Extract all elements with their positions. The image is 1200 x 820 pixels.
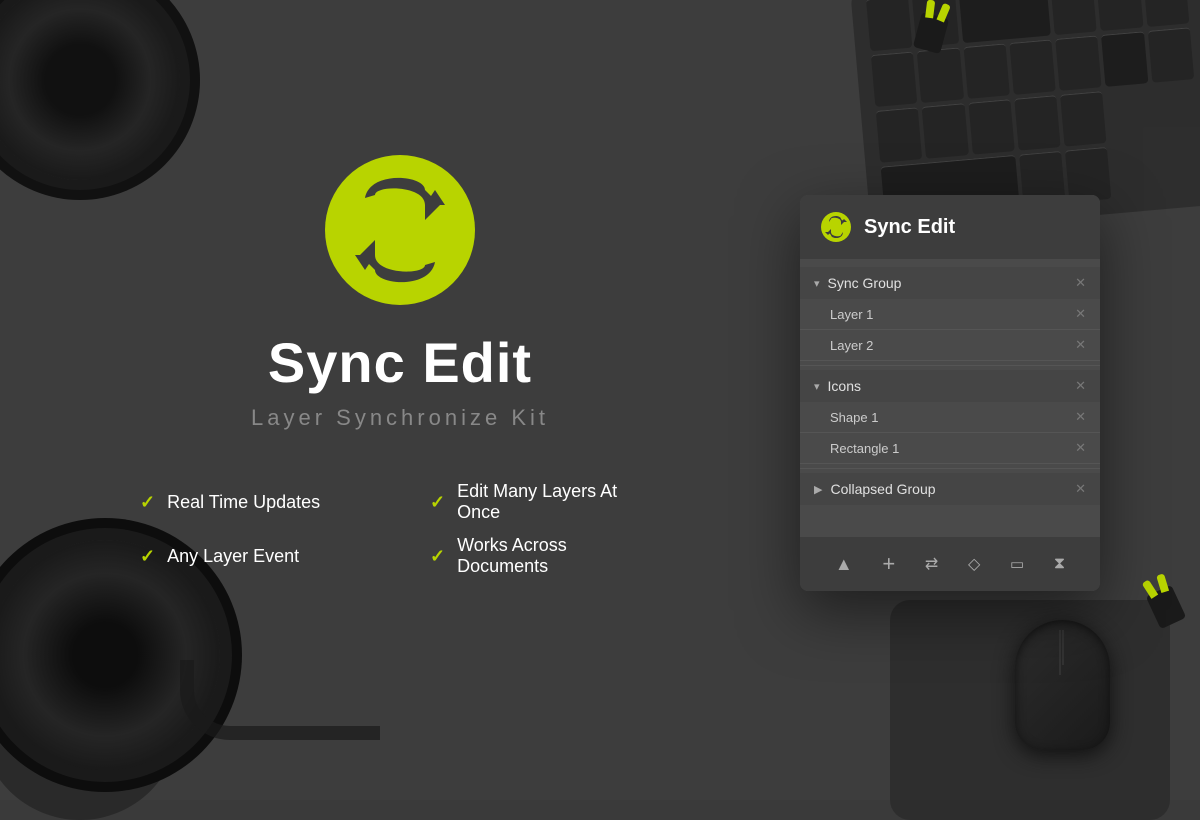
spacer [800, 505, 1100, 521]
chevron-down-icon-1: ▾ [814, 277, 820, 290]
sync-edit-panel: Sync Edit ▾ Sync Group ✕ Layer 1 ✕ Layer… [800, 195, 1100, 591]
feature-item-3: ✓ Any Layer Event [140, 535, 370, 577]
separator-2 [800, 468, 1100, 469]
close-group-1-button[interactable]: ✕ [1075, 275, 1086, 291]
app-logo [320, 150, 480, 310]
layer-name-3: Shape 1 [830, 410, 878, 425]
close-layer-1-button[interactable]: ✕ [1075, 306, 1086, 322]
group-row-collapsed[interactable]: ▶ Collapsed Group ✕ [800, 473, 1100, 505]
feature-text-1: Real Time Updates [167, 492, 320, 513]
group-label-3: Collapsed Group [830, 481, 935, 497]
layer-name-1: Layer 1 [830, 307, 873, 322]
group-label-2: Icons [828, 378, 861, 394]
layer-row-3: Shape 1 ✕ [800, 402, 1100, 433]
mouse-decoration [1015, 620, 1110, 750]
add-tool-button[interactable]: + [882, 551, 895, 577]
close-group-3-button[interactable]: ✕ [1075, 481, 1086, 497]
close-group-2-button[interactable]: ✕ [1075, 378, 1086, 394]
close-layer-4-button[interactable]: ✕ [1075, 440, 1086, 456]
check-icon-4: ✓ [430, 546, 445, 567]
app-title: Sync Edit [268, 330, 532, 395]
feature-item-2: ✓ Edit Many Layers At Once [430, 481, 660, 523]
feature-text-3: Any Layer Event [167, 546, 299, 567]
group-row-sync-group[interactable]: ▾ Sync Group ✕ [800, 267, 1100, 299]
layer-name-4: Rectangle 1 [830, 441, 899, 456]
feature-text-2: Edit Many Layers At Once [457, 481, 660, 523]
chevron-right-icon-3: ▶ [814, 483, 822, 496]
check-icon-1: ✓ [140, 492, 155, 513]
chevron-down-icon-2: ▾ [814, 380, 820, 393]
layer-name-2: Layer 2 [830, 338, 873, 353]
feature-item-4: ✓ Works Across Documents [430, 535, 660, 577]
group-label-1: Sync Group [828, 275, 902, 291]
separator-1 [800, 365, 1100, 366]
app-subtitle: Layer Synchronize Kit [251, 405, 549, 431]
folder-tool-button[interactable]: ▭ [1010, 555, 1024, 573]
close-layer-3-button[interactable]: ✕ [1075, 409, 1086, 425]
features-list: ✓ Real Time Updates ✓ Edit Many Layers A… [120, 481, 680, 577]
group-row-icons[interactable]: ▾ Icons ✕ [800, 370, 1100, 402]
panel-header: Sync Edit [800, 195, 1100, 259]
panel-toolbar: ▲ + ⇄ ◇ ▭ ⧗ [800, 537, 1100, 591]
move-up-tool-button[interactable]: ▲ [835, 554, 853, 575]
layer-row-4: Rectangle 1 ✕ [800, 433, 1100, 464]
feature-text-4: Works Across Documents [457, 535, 660, 577]
cable-decoration [180, 660, 380, 740]
delete-tool-button[interactable]: ⧗ [1054, 555, 1065, 573]
check-icon-3: ✓ [140, 546, 155, 567]
panel-title: Sync Edit [864, 216, 955, 239]
center-content: Sync Edit Layer Synchronize Kit ✓ Real T… [120, 150, 680, 577]
fill-tool-button[interactable]: ◇ [968, 554, 980, 574]
layer-row-2: Layer 2 ✕ [800, 330, 1100, 361]
sync-tool-button[interactable]: ⇄ [925, 554, 938, 574]
check-icon-2: ✓ [430, 492, 445, 513]
layer-row-1: Layer 1 ✕ [800, 299, 1100, 330]
close-layer-2-button[interactable]: ✕ [1075, 337, 1086, 353]
panel-logo-icon [820, 211, 852, 243]
feature-item-1: ✓ Real Time Updates [140, 481, 370, 523]
panel-list: ▾ Sync Group ✕ Layer 1 ✕ Layer 2 ✕ ▾ Ico… [800, 259, 1100, 529]
